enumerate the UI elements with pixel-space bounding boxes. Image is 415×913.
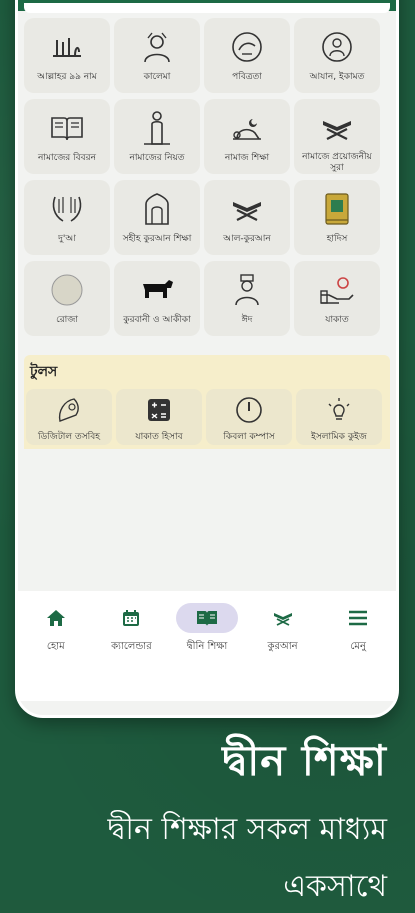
nav-menu[interactable]: মেনু	[323, 603, 393, 701]
tool-qibla-compass[interactable]: কিবলা কম্পাস	[206, 389, 292, 445]
allah-calligraphy-icon	[48, 28, 86, 66]
tile-al-quran[interactable]: আল-কুরআন	[204, 180, 290, 255]
tile-label: কুরবানী ও আকীকা	[123, 315, 191, 325]
tile-label: ঈদ	[241, 315, 253, 325]
tile-namaz-description[interactable]: নামাজের বিবরন	[24, 99, 110, 174]
tile-label: সহীহ কুরআন শিক্ষা	[122, 234, 192, 244]
menu-icon	[327, 603, 389, 633]
book-icon	[175, 603, 238, 633]
promo-subtitle-line2: একসাথে	[283, 869, 387, 904]
tile-purity[interactable]: পবিত্রতা	[204, 18, 290, 93]
promo-text: দ্বীন শিক্ষা দ্বীন শিক্ষার সকল মাধ্যম এক…	[108, 728, 387, 913]
tile-label: আযান, ইকামত	[309, 72, 365, 82]
tasbih-icon	[54, 395, 84, 425]
tile-label: আল্লাহর ৯৯ নাম	[37, 72, 97, 82]
quran-stand-icon	[318, 109, 356, 146]
tile-zakat[interactable]: যাকাত	[294, 261, 380, 336]
tile-azan[interactable]: আযান, ইকামত	[294, 18, 380, 93]
tile-namaz-shikkha[interactable]: নামাজ শিক্ষা	[204, 99, 290, 174]
zakat-hand-icon	[318, 271, 356, 309]
tile-allah-names[interactable]: আল্লাহর ৯৯ নাম	[24, 18, 110, 93]
nav-label: হোম	[46, 641, 65, 652]
prostration-icon	[228, 109, 266, 147]
phone-frame: আল্লাহর ৯৯ নাম কালেমা পবিত্রতা আযান, ইকা…	[15, 0, 399, 718]
tile-dua[interactable]: দু'আ	[24, 180, 110, 255]
hadith-book-icon	[318, 190, 356, 228]
tile-namaz-sura[interactable]: নামাজে প্রয়োজনীয় সুরা	[294, 99, 380, 174]
tile-label: যাকাত	[325, 315, 349, 325]
tool-label: কিবলা কম্পাস	[223, 432, 275, 442]
promo-title: দ্বীন শিক্ষা	[222, 736, 387, 785]
tile-label: নামাজের নিয়ত	[129, 153, 185, 163]
tile-label: আল-কুরআন	[223, 234, 271, 244]
nav-label: ক্যালেন্ডার	[111, 641, 152, 652]
calculator-icon	[144, 395, 174, 425]
tile-label: পবিত্রতা	[232, 72, 262, 82]
tools-section-header: টুলস	[24, 355, 390, 383]
eid-person-icon	[228, 271, 266, 309]
tool-label: ইসলামিক কুইজ	[311, 432, 367, 442]
bottom-navigation: হোম ক্যালেন্ডার দ্বীনি শিক্ষা কুরআন মেনু	[18, 591, 396, 701]
feature-grid: আল্লাহর ৯৯ নাম কালেমা পবিত্রতা আযান, ইকা…	[24, 18, 390, 336]
tool-label: ডিজিটাল তসবিহ	[38, 432, 100, 442]
lightbulb-icon	[324, 395, 354, 425]
tile-label: দু'আ	[58, 234, 76, 244]
nav-calendar[interactable]: ক্যালেন্ডার	[96, 603, 166, 701]
nav-quran[interactable]: কুরআন	[248, 603, 318, 701]
tile-qurbani[interactable]: কুরবানী ও আকীকা	[114, 261, 200, 336]
tile-label: কালেমা	[143, 72, 171, 82]
tools-heading: টুলস	[30, 364, 58, 380]
tile-sahih-quran[interactable]: সহীহ কুরআন শিক্ষা	[114, 180, 200, 255]
tools-grid: ডিজিটাল তসবিহ যাকাত হিসাব কিবলা কম্পাস ই…	[24, 383, 390, 449]
quran-stand-icon	[252, 603, 314, 633]
dua-hands-icon	[48, 190, 86, 228]
tool-islamic-quiz[interactable]: ইসলামিক কুইজ	[296, 389, 382, 445]
home-icon	[25, 603, 87, 633]
tile-label: নামাজ শিক্ষা	[224, 153, 270, 163]
crescent-moon-icon	[48, 271, 86, 309]
nav-deeni-shikkha[interactable]: দ্বীনি শিক্ষা	[172, 603, 242, 701]
cow-icon	[138, 271, 176, 309]
mihrab-icon	[138, 190, 176, 228]
purity-icon	[228, 28, 266, 66]
quran-stand-icon	[228, 190, 266, 228]
nav-label: মেনু	[350, 641, 366, 652]
tool-label: যাকাত হিসাব	[135, 432, 183, 442]
kalema-icon	[138, 28, 176, 66]
header-strip	[24, 3, 390, 13]
nav-home[interactable]: হোম	[21, 603, 91, 701]
azan-icon	[318, 28, 356, 66]
calendar-icon	[100, 603, 162, 633]
tile-hadith[interactable]: হাদিস	[294, 180, 380, 255]
tool-digital-tasbih[interactable]: ডিজিটাল তসবিহ	[26, 389, 112, 445]
tile-namaz-niyat[interactable]: নামাজের নিয়ত	[114, 99, 200, 174]
tile-label: নামাজের বিবরন	[38, 153, 96, 163]
tile-eid[interactable]: ঈদ	[204, 261, 290, 336]
tile-roja[interactable]: রোজা	[24, 261, 110, 336]
tile-label: নামাজে প্রয়োজনীয় সুরা	[302, 152, 372, 173]
open-book-icon	[48, 109, 86, 147]
nav-label: কুরআন	[267, 641, 298, 652]
tile-label: রোজা	[56, 315, 78, 325]
tile-label: হাদিস	[326, 234, 348, 244]
nav-label: দ্বীনি শিক্ষা	[186, 641, 228, 652]
praying-man-icon	[138, 109, 176, 147]
tile-kalema[interactable]: কালেমা	[114, 18, 200, 93]
compass-icon	[234, 395, 264, 425]
promo-subtitle-line1: দ্বীন শিক্ষার সকল মাধ্যম	[107, 812, 387, 847]
tool-zakat-calculator[interactable]: যাকাত হিসাব	[116, 389, 202, 445]
